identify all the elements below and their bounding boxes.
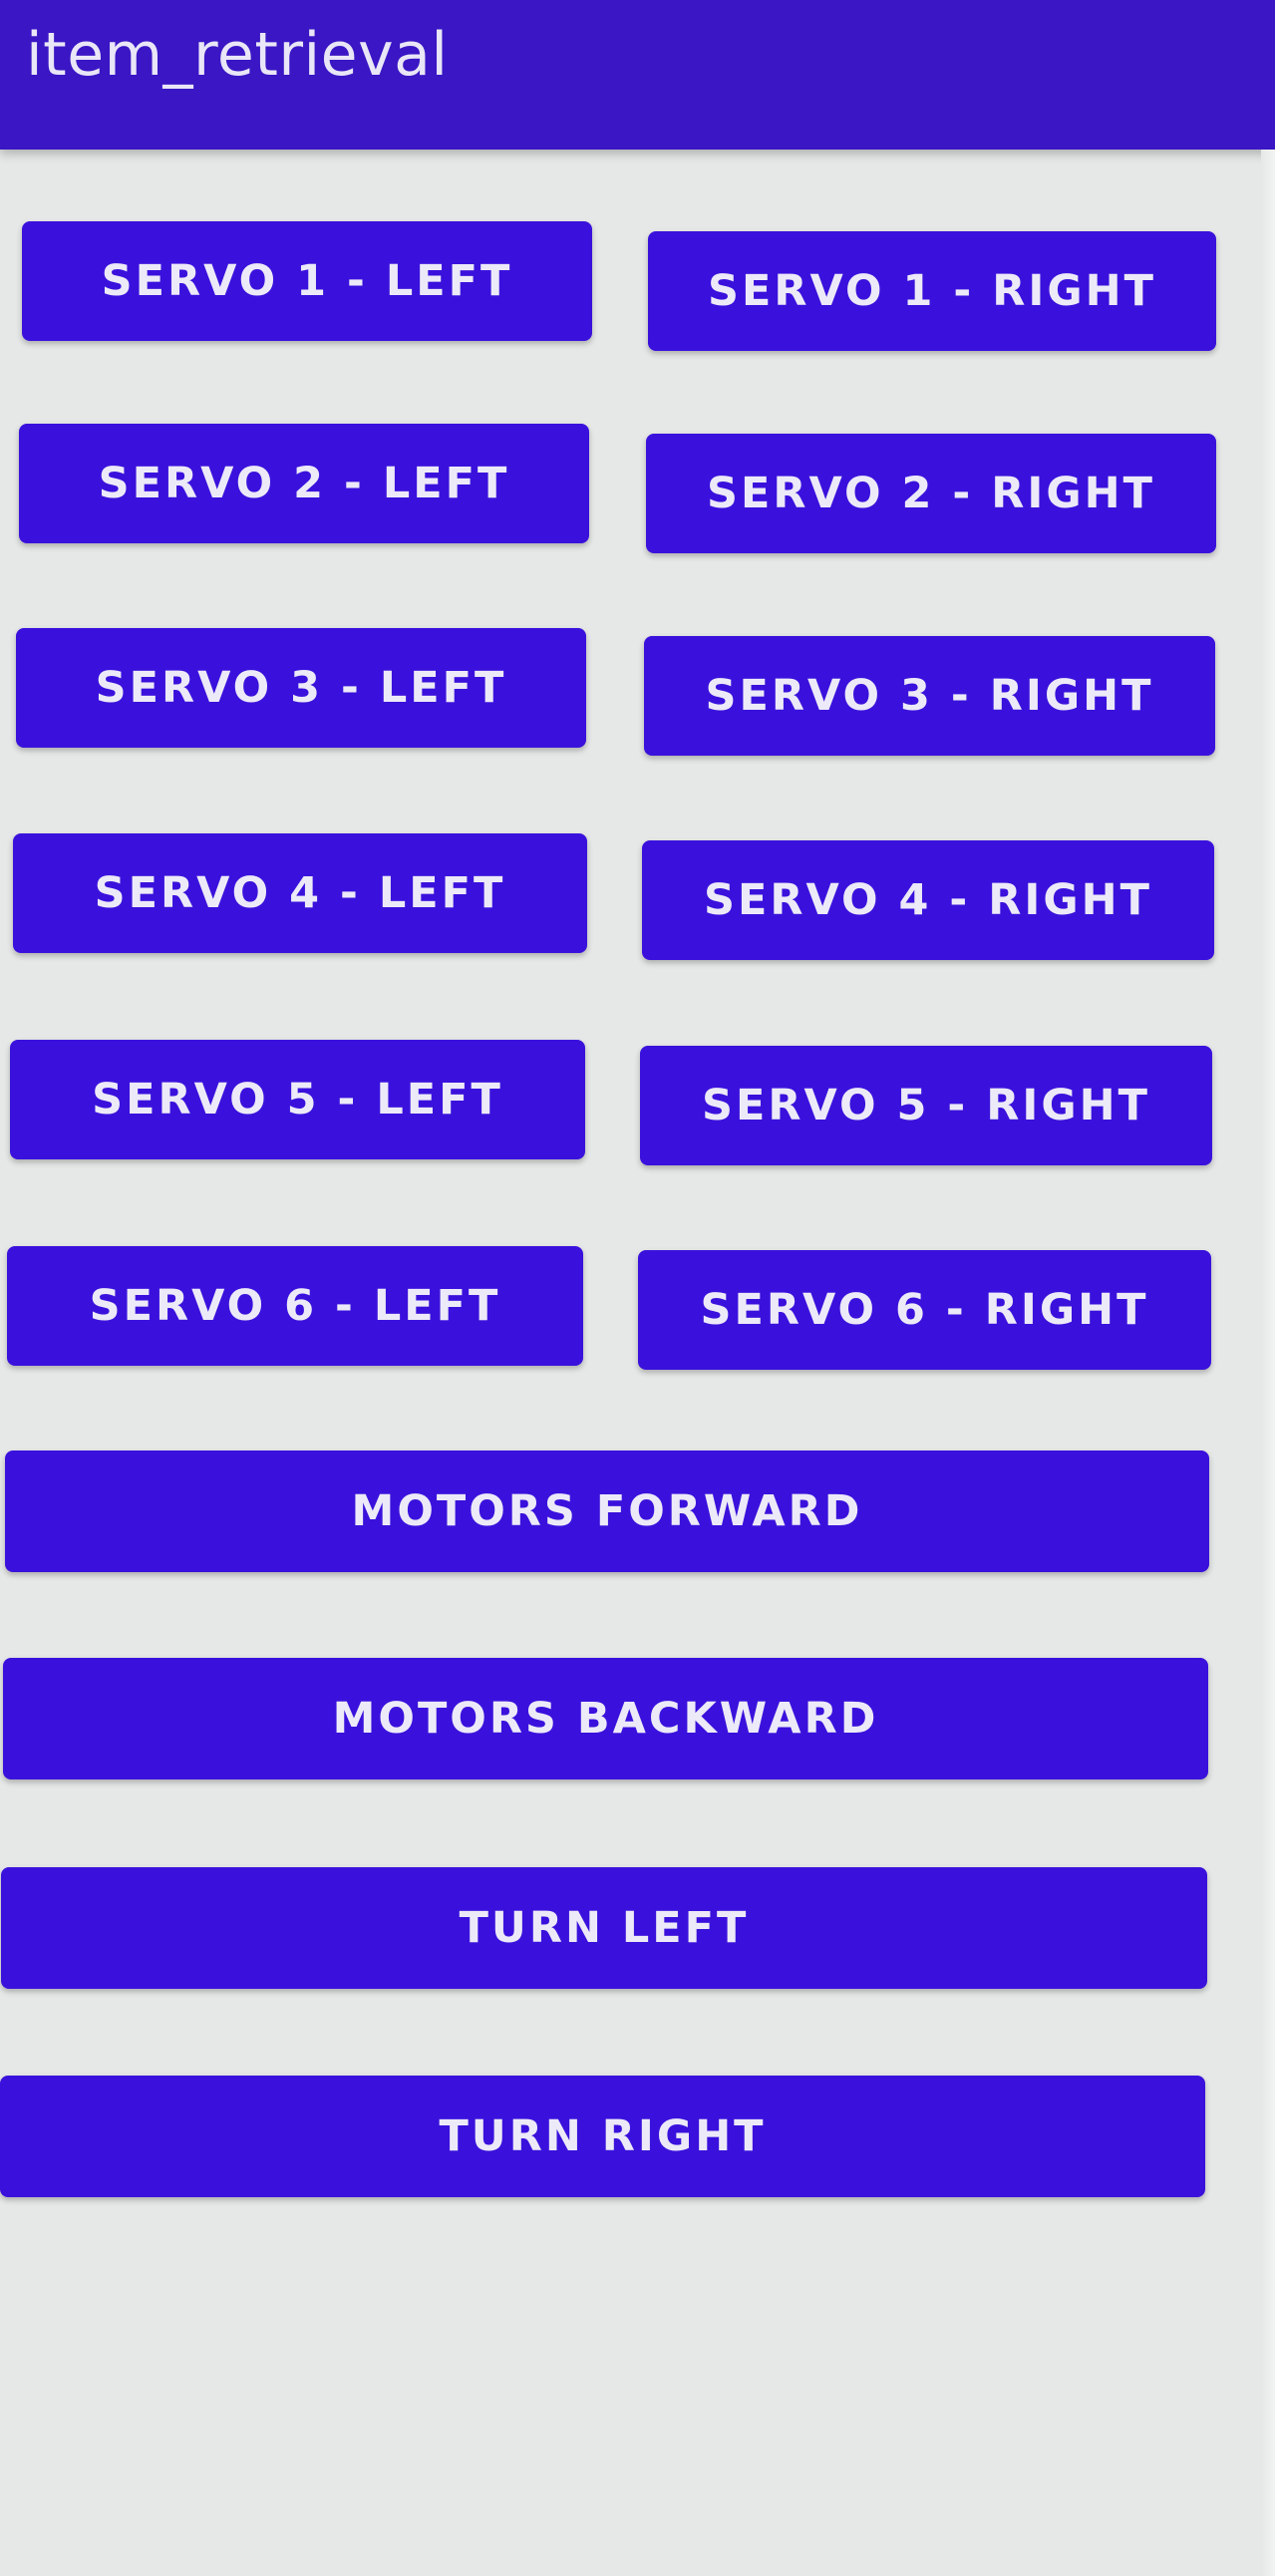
motors-forward-button[interactable]: MOTORS FORWARD (5, 1450, 1209, 1572)
screen-edge (1261, 150, 1275, 2576)
turn-left-button[interactable]: TURN LEFT (1, 1867, 1207, 1989)
app-bar: item_retrieval (0, 0, 1275, 150)
servo-3-right-button[interactable]: SERVO 3 - RIGHT (644, 636, 1215, 756)
motors-backward-button[interactable]: MOTORS BACKWARD (3, 1658, 1208, 1779)
servo-6-right-button[interactable]: SERVO 6 - RIGHT (638, 1250, 1211, 1370)
app-screen: item_retrieval SERVO 1 - LEFT SERVO 1 - … (0, 0, 1275, 2576)
servo-1-right-button[interactable]: SERVO 1 - RIGHT (648, 231, 1216, 351)
servo-6-left-button[interactable]: SERVO 6 - LEFT (7, 1246, 583, 1366)
servo-5-right-button[interactable]: SERVO 5 - RIGHT (640, 1046, 1212, 1165)
servo-1-left-button[interactable]: SERVO 1 - LEFT (22, 221, 592, 341)
servo-3-left-button[interactable]: SERVO 3 - LEFT (16, 628, 586, 748)
servo-4-left-button[interactable]: SERVO 4 - LEFT (13, 833, 587, 953)
servo-5-left-button[interactable]: SERVO 5 - LEFT (10, 1040, 585, 1159)
servo-4-right-button[interactable]: SERVO 4 - RIGHT (642, 840, 1214, 960)
app-title: item_retrieval (26, 20, 449, 90)
turn-right-button[interactable]: TURN RIGHT (0, 2076, 1205, 2197)
servo-2-left-button[interactable]: SERVO 2 - LEFT (19, 424, 589, 543)
servo-2-right-button[interactable]: SERVO 2 - RIGHT (646, 434, 1216, 553)
